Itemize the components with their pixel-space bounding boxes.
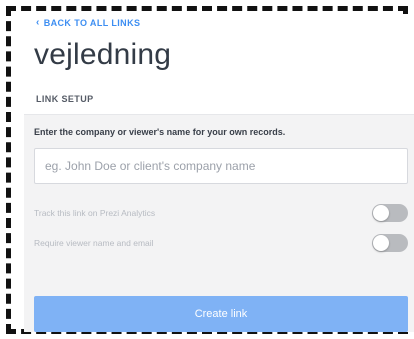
toggle-knob	[373, 235, 389, 251]
page-title: vejledning	[34, 38, 172, 71]
chevron-left-icon: ‹	[36, 17, 40, 28]
toggle-row-analytics: Track this link on Prezi Analytics	[34, 203, 408, 223]
toggle-knob	[373, 205, 389, 221]
link-setup-form: Enter the company or viewer's name for y…	[24, 114, 414, 332]
toggle-row-require-viewer: Require viewer name and email	[34, 233, 408, 253]
toggle-analytics-label: Track this link on Prezi Analytics	[34, 208, 156, 218]
toggle-analytics[interactable]	[372, 204, 408, 222]
create-link-button[interactable]: Create link	[34, 296, 408, 332]
back-link-label: BACK TO ALL LINKS	[43, 18, 141, 28]
toggle-require-viewer-label: Require viewer name and email	[34, 238, 154, 248]
toggle-require-viewer[interactable]	[372, 234, 408, 252]
link-setup-panel: ‹ BACK TO ALL LINKS vejledning LINK SETU…	[24, 14, 414, 332]
section-label: LINK SETUP	[36, 94, 94, 104]
back-to-all-links-link[interactable]: ‹ BACK TO ALL LINKS	[36, 17, 141, 29]
name-field-label: Enter the company or viewer's name for y…	[34, 127, 286, 137]
name-input[interactable]	[34, 148, 408, 184]
